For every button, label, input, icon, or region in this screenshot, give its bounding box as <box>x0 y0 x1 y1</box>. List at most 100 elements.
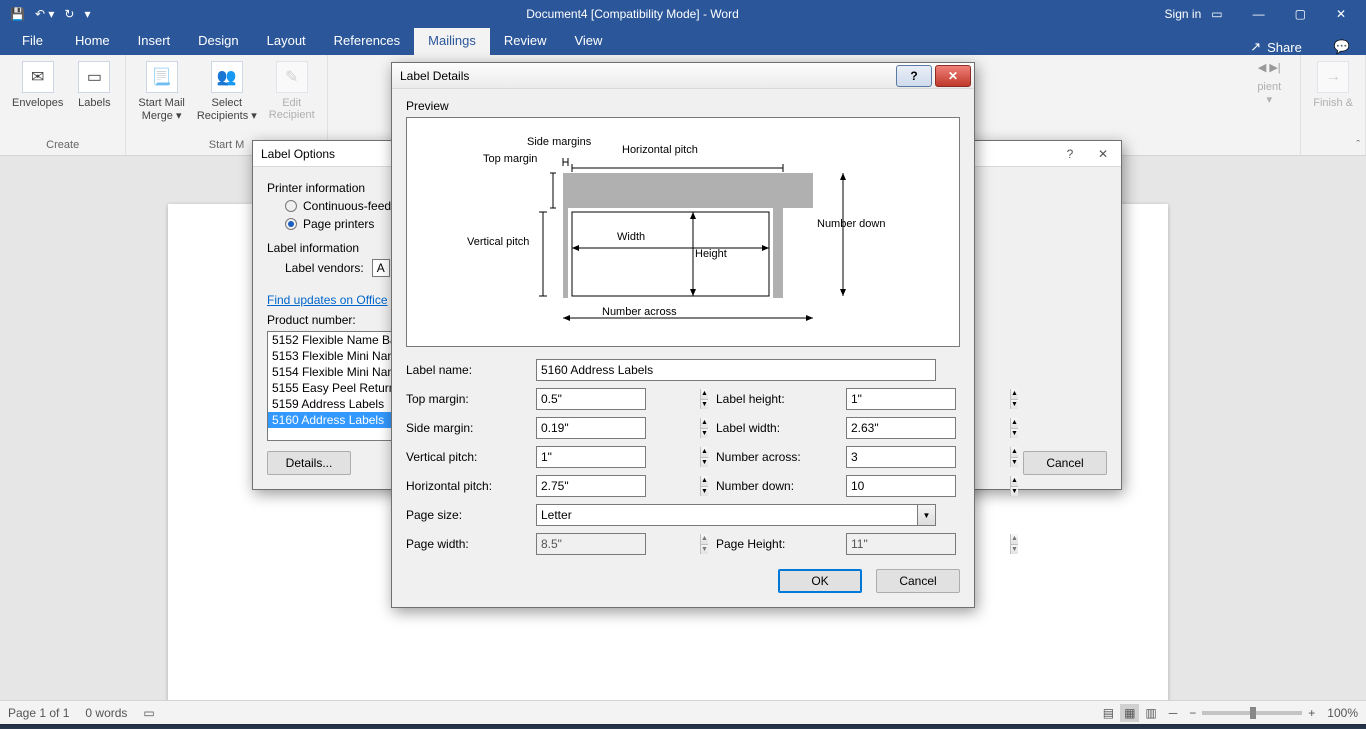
num-down-input[interactable] <box>847 476 1010 496</box>
top-margin-field[interactable]: ▲▼ <box>536 388 646 410</box>
envelope-icon: ✉ <box>22 61 54 93</box>
page-height-input <box>847 534 1010 554</box>
web-layout-icon[interactable]: ▥ <box>1145 706 1156 720</box>
side-margin-field[interactable]: ▲▼ <box>536 417 646 439</box>
read-mode-icon[interactable]: ▤ <box>1103 706 1114 720</box>
label-height-label: Label height: <box>716 392 846 406</box>
num-down-field[interactable]: ▲▼ <box>846 475 956 497</box>
edit-icon: ✎ <box>276 61 308 93</box>
chevron-down-icon[interactable]: ▼ <box>917 505 935 525</box>
num-across-field[interactable]: ▲▼ <box>846 446 956 468</box>
details-form: Label name: 5160 Address Labels Top marg… <box>406 359 960 555</box>
share-button[interactable]: ↗Share <box>1234 34 1318 55</box>
qat-more-icon[interactable]: ▾ <box>84 7 90 21</box>
page-height-field: ▲▼ <box>846 533 956 555</box>
help-icon[interactable]: ? <box>1055 143 1085 165</box>
spinner-icon[interactable]: ▲▼ <box>1010 418 1018 438</box>
finish-icon: → <box>1317 61 1349 93</box>
tab-references[interactable]: References <box>320 28 414 55</box>
tab-insert[interactable]: Insert <box>124 28 185 55</box>
radio-icon <box>285 200 297 212</box>
preview-diagram: Side margins Top margin Horizontal pitch… <box>406 117 960 347</box>
tab-mailings[interactable]: Mailings <box>414 28 490 55</box>
save-icon[interactable]: 💾 <box>10 7 25 21</box>
details-button[interactable]: Details... <box>267 451 351 475</box>
page-width-field: ▲▼ <box>536 533 646 555</box>
tab-view[interactable]: View <box>560 28 616 55</box>
width-annot: Width <box>617 231 645 243</box>
num-down-annot: Number down <box>817 218 885 230</box>
collapse-ribbon-icon[interactable]: ˆ <box>1356 139 1360 151</box>
label-details-titlebar: Label Details ? ✕ <box>392 63 974 89</box>
page-status[interactable]: Page 1 of 1 <box>8 706 69 720</box>
v-pitch-annot: Vertical pitch <box>467 236 529 248</box>
spinner-icon[interactable]: ▲▼ <box>700 418 708 438</box>
tab-file[interactable]: File <box>4 28 61 55</box>
labels-button[interactable]: ▭Labels <box>69 57 119 139</box>
print-layout-icon[interactable]: ▦ <box>1120 704 1139 722</box>
ribbon-tabs: File Home Insert Design Layout Reference… <box>0 28 1366 55</box>
find-updates-link[interactable]: Find updates on Office <box>267 293 388 307</box>
label-width-field[interactable]: ▲▼ <box>846 417 956 439</box>
side-margin-input[interactable] <box>537 418 700 438</box>
ok-button[interactable]: OK <box>778 569 862 593</box>
label-height-field[interactable]: ▲▼ <box>846 388 956 410</box>
word-count[interactable]: 0 words <box>85 706 127 720</box>
spinner-icon[interactable]: ▲▼ <box>700 476 708 496</box>
tab-layout[interactable]: Layout <box>253 28 320 55</box>
maximize-icon[interactable]: ▢ <box>1295 7 1306 21</box>
label-width-input[interactable] <box>847 418 1010 438</box>
start-mail-merge-button[interactable]: 📃Start Mail Merge ▾ <box>132 57 190 139</box>
spinner-icon[interactable]: ▲▼ <box>700 389 708 409</box>
h-pitch-field[interactable]: ▲▼ <box>536 475 646 497</box>
undo-icon[interactable]: ↶ ▾ <box>35 7 54 21</box>
spinner-icon[interactable]: ▲▼ <box>1010 389 1018 409</box>
recipients-icon: 👥 <box>211 61 243 93</box>
page-size-dropdown[interactable]: Letter▼ <box>536 504 936 526</box>
zoom-in-icon[interactable]: + <box>1308 706 1315 720</box>
spinner-icon[interactable]: ▲▼ <box>1010 447 1018 467</box>
redo-icon[interactable]: ↻ <box>64 7 74 21</box>
close-icon[interactable]: ✕ <box>935 65 971 87</box>
num-across-input[interactable] <box>847 447 1010 467</box>
help-icon[interactable]: ? <box>896 65 932 87</box>
close-icon[interactable]: ✕ <box>1088 143 1118 165</box>
group-create-label: Create <box>6 139 119 153</box>
zoom-out-icon[interactable]: − <box>1189 706 1196 720</box>
h-pitch-annot: Horizontal pitch <box>622 144 698 156</box>
sign-in-link[interactable]: Sign in <box>1165 7 1202 21</box>
recipients-label: Select Recipients ▾ <box>197 97 257 122</box>
cancel-button[interactable]: Cancel <box>1023 451 1107 475</box>
close-window-icon[interactable]: ✕ <box>1336 7 1346 21</box>
minimize-icon[interactable]: — <box>1253 7 1265 21</box>
label-height-input[interactable] <box>847 389 1010 409</box>
vendors-dropdown[interactable]: A <box>372 259 390 277</box>
zoom-slider[interactable] <box>1202 711 1302 715</box>
finish-label: Finish & <box>1313 97 1353 109</box>
tab-review[interactable]: Review <box>490 28 561 55</box>
comments-icon[interactable]: 💬 <box>1318 34 1366 55</box>
cancel-button[interactable]: Cancel <box>876 569 960 593</box>
proofing-icon[interactable]: ▭ <box>143 706 154 720</box>
display-mode-icon[interactable]: ▭ <box>1211 7 1222 21</box>
taskbar <box>0 724 1366 729</box>
spinner-icon: ▲▼ <box>700 534 708 554</box>
zoom-level[interactable]: 100% <box>1327 706 1358 720</box>
label-name-field[interactable]: 5160 Address Labels <box>536 359 936 381</box>
v-pitch-input[interactable] <box>537 447 700 467</box>
radio-icon <box>285 218 297 230</box>
tab-design[interactable]: Design <box>184 28 252 55</box>
tab-home[interactable]: Home <box>61 28 124 55</box>
spinner-icon[interactable]: ▲▼ <box>700 447 708 467</box>
h-pitch-input[interactable] <box>537 476 700 496</box>
select-recipients-button[interactable]: 👥 Select Recipients ▾ <box>191 57 263 139</box>
envelopes-button[interactable]: ✉Envelopes <box>6 57 69 139</box>
top-margin-input[interactable] <box>537 389 700 409</box>
num-across-label: Number across: <box>716 450 846 464</box>
side-margins-annot: Side margins <box>527 136 591 148</box>
window-controls: ▭ — ▢ ✕ <box>1211 7 1366 21</box>
labels-label: Labels <box>78 97 110 109</box>
page-size-label: Page size: <box>406 508 536 522</box>
spinner-icon[interactable]: ▲▼ <box>1010 476 1018 496</box>
v-pitch-field[interactable]: ▲▼ <box>536 446 646 468</box>
